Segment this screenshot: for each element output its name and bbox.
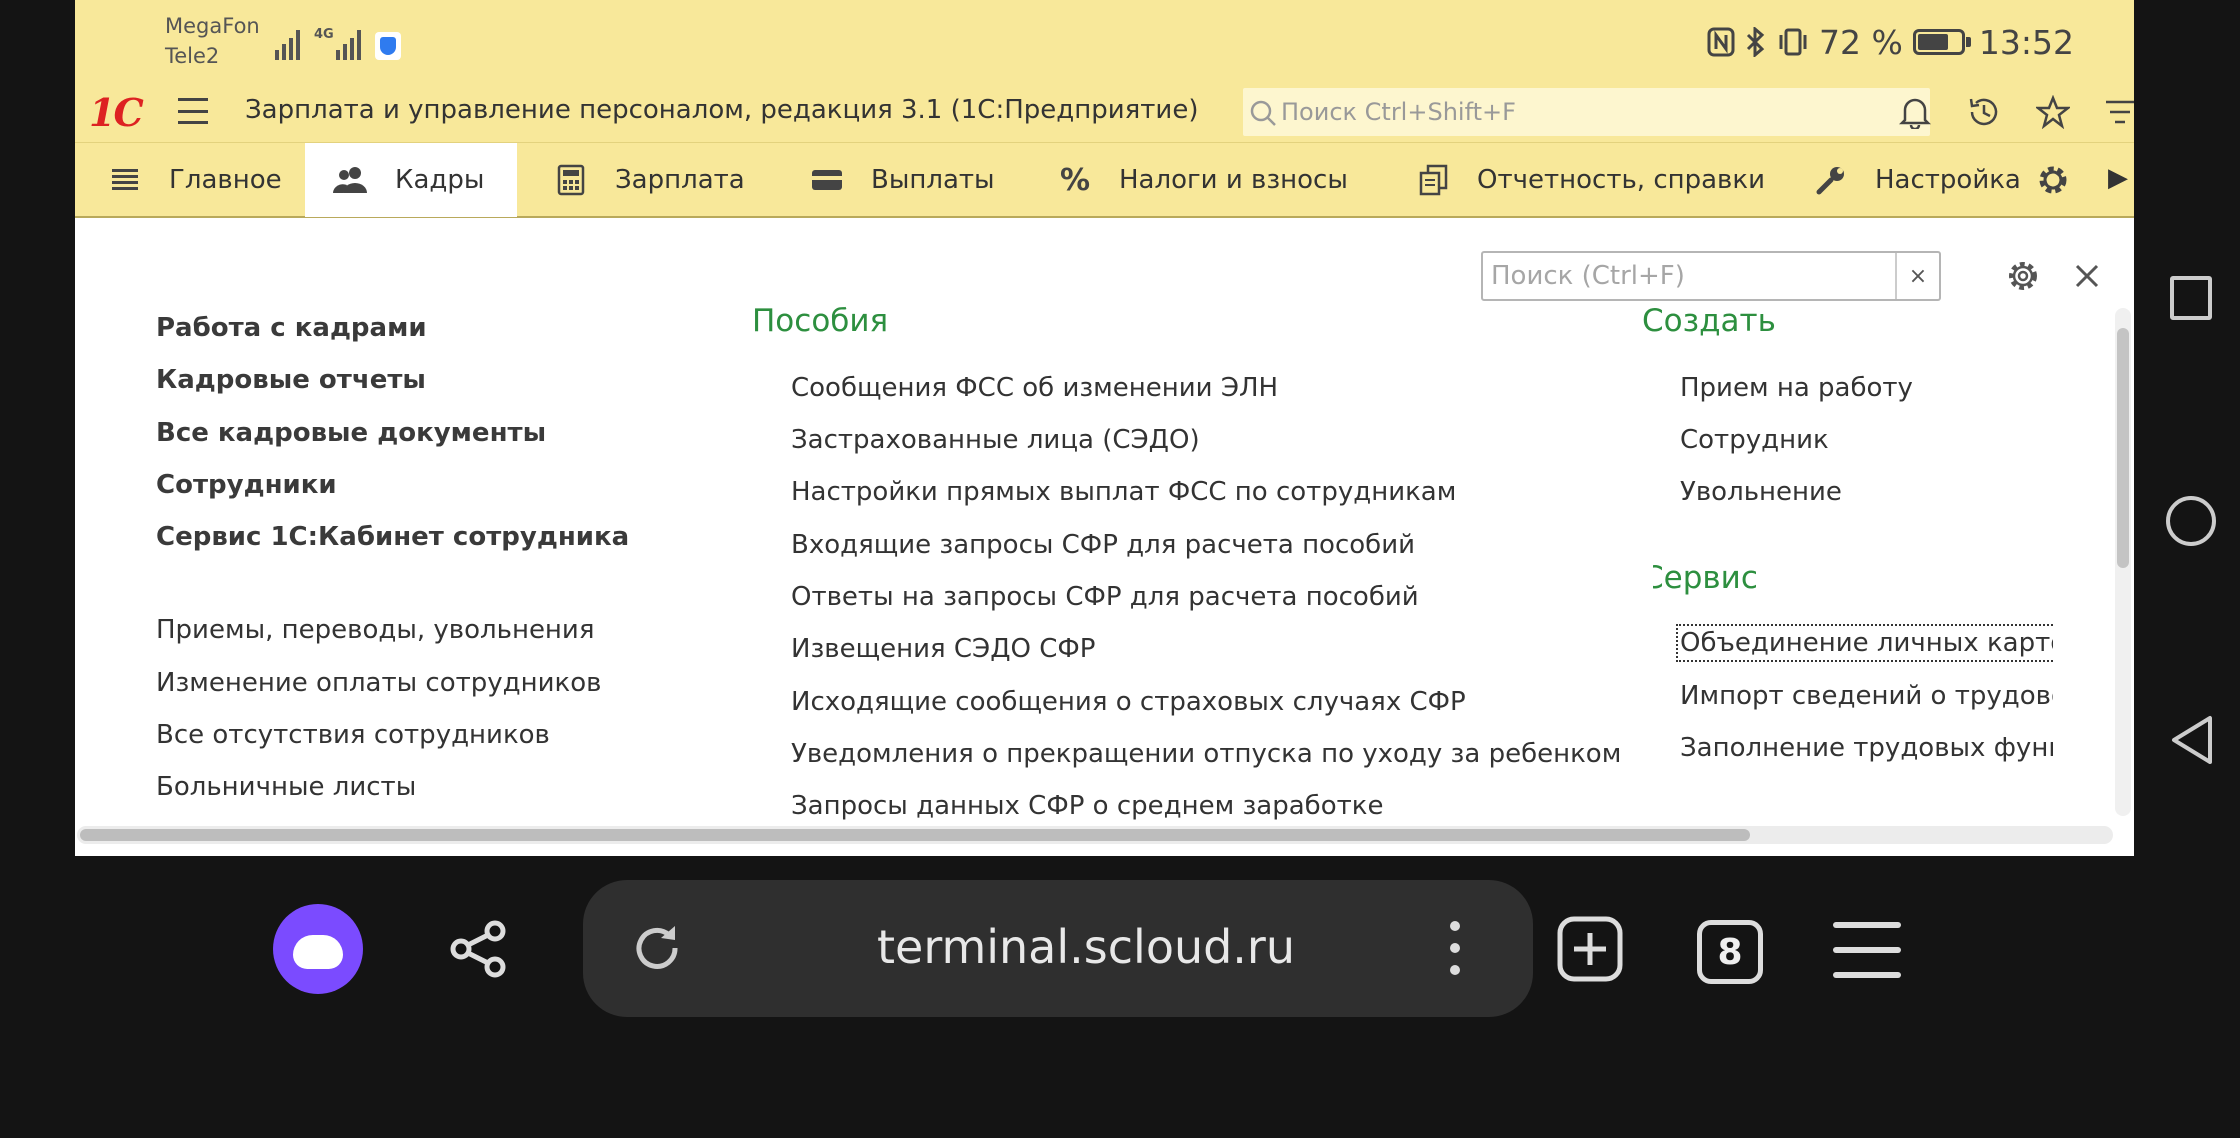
wallet-icon: [807, 160, 847, 200]
section-label: Выплаты: [871, 165, 995, 195]
section-hr[interactable]: Кадры: [305, 143, 517, 217]
section-label: Кадры: [395, 165, 485, 195]
global-search[interactable]: [1243, 88, 1930, 136]
address-bar[interactable]: terminal.scloud.ru: [583, 880, 1533, 1017]
clock: 13:52: [1978, 22, 2074, 62]
link-create-employee[interactable]: Сотрудник: [1680, 425, 1829, 455]
more-vertical-icon[interactable]: [1440, 918, 1470, 978]
calculator-icon: [551, 160, 591, 200]
section-payments[interactable]: Выплаты: [767, 143, 1017, 217]
search-icon: [1250, 100, 1276, 126]
alice-assistant-icon[interactable]: [273, 904, 363, 994]
new-tab-icon[interactable]: [1555, 914, 1625, 984]
section-content: × Работа с кадрами Кадровые отчеты Все к…: [75, 218, 2134, 856]
app-window: MegaFon Tele2 4G 72 % 13:52 1С Зарплата …: [75, 0, 2134, 856]
carrier-1: MegaFon: [165, 14, 260, 38]
group-benefits-title: Пособия: [752, 303, 889, 339]
recent-apps-icon[interactable]: [2170, 276, 2212, 320]
gear-icon[interactable]: [2037, 143, 2087, 217]
signal-indicators: 4G: [275, 22, 401, 60]
percent-icon: %: [1059, 162, 1091, 198]
link-sick-leaves[interactable]: Больничные листы: [156, 772, 416, 802]
app-title: Зарплата и управление персоналом, редакц…: [245, 95, 1199, 125]
phone-screen: MegaFon Tele2 4G 72 % 13:52 1С Зарплата …: [0, 0, 2240, 1138]
list-icon: [105, 160, 145, 200]
section-taxes[interactable]: % Налоги и взносы: [1017, 143, 1377, 217]
link-benefit-item[interactable]: Входящие запросы СФР для расчета пособий: [791, 530, 1415, 560]
global-search-input[interactable]: [1281, 88, 1921, 136]
link-hires-transfers[interactable]: Приемы, переводы, увольнения: [156, 615, 594, 645]
link-create-hire[interactable]: Прием на работу: [1680, 373, 1913, 403]
status-bar: MegaFon Tele2 4G 72 % 13:52: [75, 0, 2134, 82]
nfc-icon: [1707, 27, 1735, 57]
url-text[interactable]: terminal.scloud.ru: [877, 920, 1295, 974]
bell-icon[interactable]: [1895, 92, 1935, 132]
history-icon[interactable]: [1964, 92, 2004, 132]
link-import-labor-info[interactable]: Импорт сведений о трудовой деятельности: [1680, 681, 2053, 711]
section-label: Зарплата: [615, 165, 745, 195]
star-icon[interactable]: [2033, 92, 2073, 132]
link-hr-reports[interactable]: Кадровые отчеты: [156, 365, 426, 395]
link-merge-cards[interactable]: Объединение личных карточек: [1675, 624, 2053, 662]
section-label: Настройка: [1875, 165, 2021, 195]
link-all-hr-docs[interactable]: Все кадровые документы: [156, 418, 546, 448]
signal-4g-icon: 4G: [314, 28, 361, 60]
back-icon[interactable]: [2168, 714, 2216, 766]
reports-icon: [1413, 160, 1453, 200]
right-column-clip: Прием на работу Сотрудник Увольнение Сер…: [1653, 218, 2053, 818]
link-employee-cabinet[interactable]: Сервис 1С:Кабинет сотрудника: [156, 522, 629, 552]
link-create-dismissal[interactable]: Увольнение: [1680, 477, 1842, 507]
section-label: Отчетность, справки: [1477, 165, 1765, 195]
section-main[interactable]: Главное: [75, 143, 305, 217]
link-hr-work[interactable]: Работа с кадрами: [156, 313, 427, 343]
tabs-count-button[interactable]: 8: [1697, 920, 1763, 984]
vertical-scrollbar[interactable]: [2115, 308, 2131, 816]
link-employees[interactable]: Сотрудники: [156, 470, 337, 500]
section-salary[interactable]: Зарплата: [517, 143, 767, 217]
section-reports[interactable]: Отчетность, справки: [1377, 143, 1777, 217]
section-label: Главное: [169, 165, 282, 195]
reload-icon[interactable]: [627, 918, 687, 978]
home-icon[interactable]: [2166, 496, 2216, 546]
link-benefit-item[interactable]: Ответы на запросы СФР для расчета пособи…: [791, 582, 1419, 612]
link-benefit-item[interactable]: Уведомления о прекращении отпуска по ухо…: [791, 739, 1621, 769]
browser-menu-icon[interactable]: [1833, 922, 1901, 978]
battery-percent: 72 %: [1819, 22, 1903, 62]
sections-more-icon[interactable]: ▶: [2108, 163, 2128, 193]
link-absences[interactable]: Все отсутствия сотрудников: [156, 720, 550, 750]
link-benefit-item[interactable]: Исходящие сообщения о страховых случаях …: [791, 687, 1466, 717]
status-right: 72 % 13:52: [1707, 20, 2074, 64]
signal-icon: [275, 28, 300, 60]
functions-menu-icon[interactable]: [2100, 92, 2134, 132]
logo-1c[interactable]: 1С: [89, 90, 144, 135]
link-benefit-item[interactable]: Настройки прямых выплат ФСС по сотрудник…: [791, 477, 1456, 507]
link-benefit-item[interactable]: Запросы данных СФР о среднем заработке: [791, 791, 1383, 821]
link-benefit-item[interactable]: Извещения СЭДО СФР: [791, 634, 1095, 664]
title-bar: 1С Зарплата и управление персоналом, ред…: [75, 82, 2134, 142]
section-label: Налоги и взносы: [1119, 165, 1348, 195]
shield-icon: [374, 32, 401, 60]
share-icon[interactable]: [444, 914, 514, 984]
people-icon: [331, 160, 371, 200]
carrier-2: Tele2: [165, 44, 220, 68]
bluetooth-icon: [1746, 27, 1765, 57]
horizontal-scrollbar[interactable]: [77, 826, 2113, 844]
link-benefit-item[interactable]: Застрахованные лица (СЭДО): [791, 425, 1200, 455]
section-settings[interactable]: Настройка: [1777, 143, 2077, 217]
link-pay-changes[interactable]: Изменение оплаты сотрудников: [156, 668, 601, 698]
section-panel: Главное Кадры Зарплата Выплаты % Налоги …: [75, 142, 2134, 218]
vibrate-icon: [1779, 28, 1807, 56]
battery-icon: [1912, 29, 1971, 55]
network-tag: 4G: [314, 27, 334, 42]
close-icon[interactable]: [2065, 254, 2109, 298]
link-fill-labor-functions[interactable]: Заполнение трудовых функций в г: [1680, 733, 2053, 763]
group-service-title: Сервис: [1653, 560, 1758, 596]
main-menu-icon[interactable]: [178, 98, 208, 124]
wrench-icon: [1811, 160, 1851, 200]
link-benefit-item[interactable]: Сообщения ФСС об изменении ЭЛН: [791, 373, 1278, 403]
